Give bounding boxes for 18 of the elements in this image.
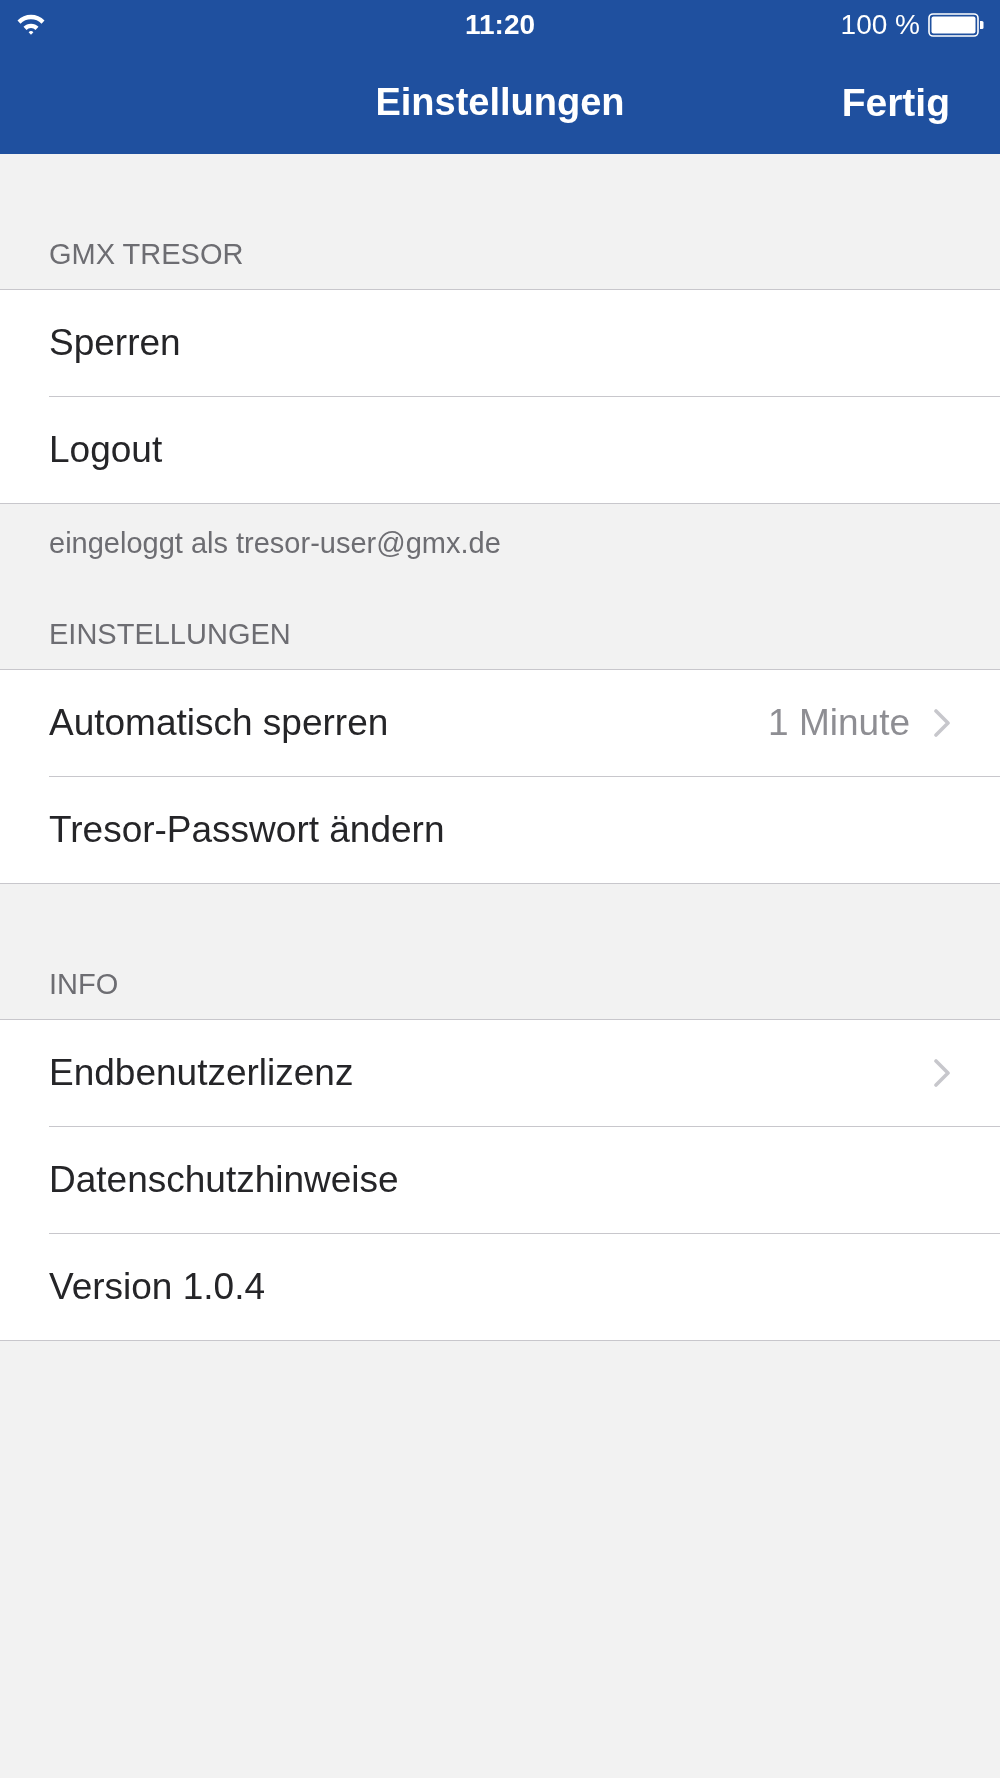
row-label: Tresor-Passwort ändern <box>49 807 445 852</box>
section-header: EINSTELLUNGEN <box>48 617 292 652</box>
row-value: 1 Minute <box>768 700 910 745</box>
battery-percentage: 100 % <box>840 11 920 39</box>
nav-title: Einstellungen <box>375 83 625 121</box>
battery-icon <box>928 13 984 37</box>
section-header: GMX TRESOR <box>48 237 245 272</box>
row-label: Datenschutzhinweise <box>49 1157 399 1202</box>
row-label: Automatisch sperren <box>49 700 389 745</box>
row-label: Sperren <box>49 320 181 365</box>
row-label: Logout <box>49 427 163 472</box>
section-header: INFO <box>48 967 120 1002</box>
status-time: 11:20 <box>464 11 536 39</box>
row-label: Endbenutzerlizenz <box>49 1050 354 1095</box>
row-label: Version 1.0.4 <box>49 1264 265 1309</box>
done-button[interactable]: Fertig <box>841 77 950 128</box>
section-footer: eingeloggt als tresor-user@gmx.de <box>0 504 1000 561</box>
wifi-icon <box>16 13 46 35</box>
